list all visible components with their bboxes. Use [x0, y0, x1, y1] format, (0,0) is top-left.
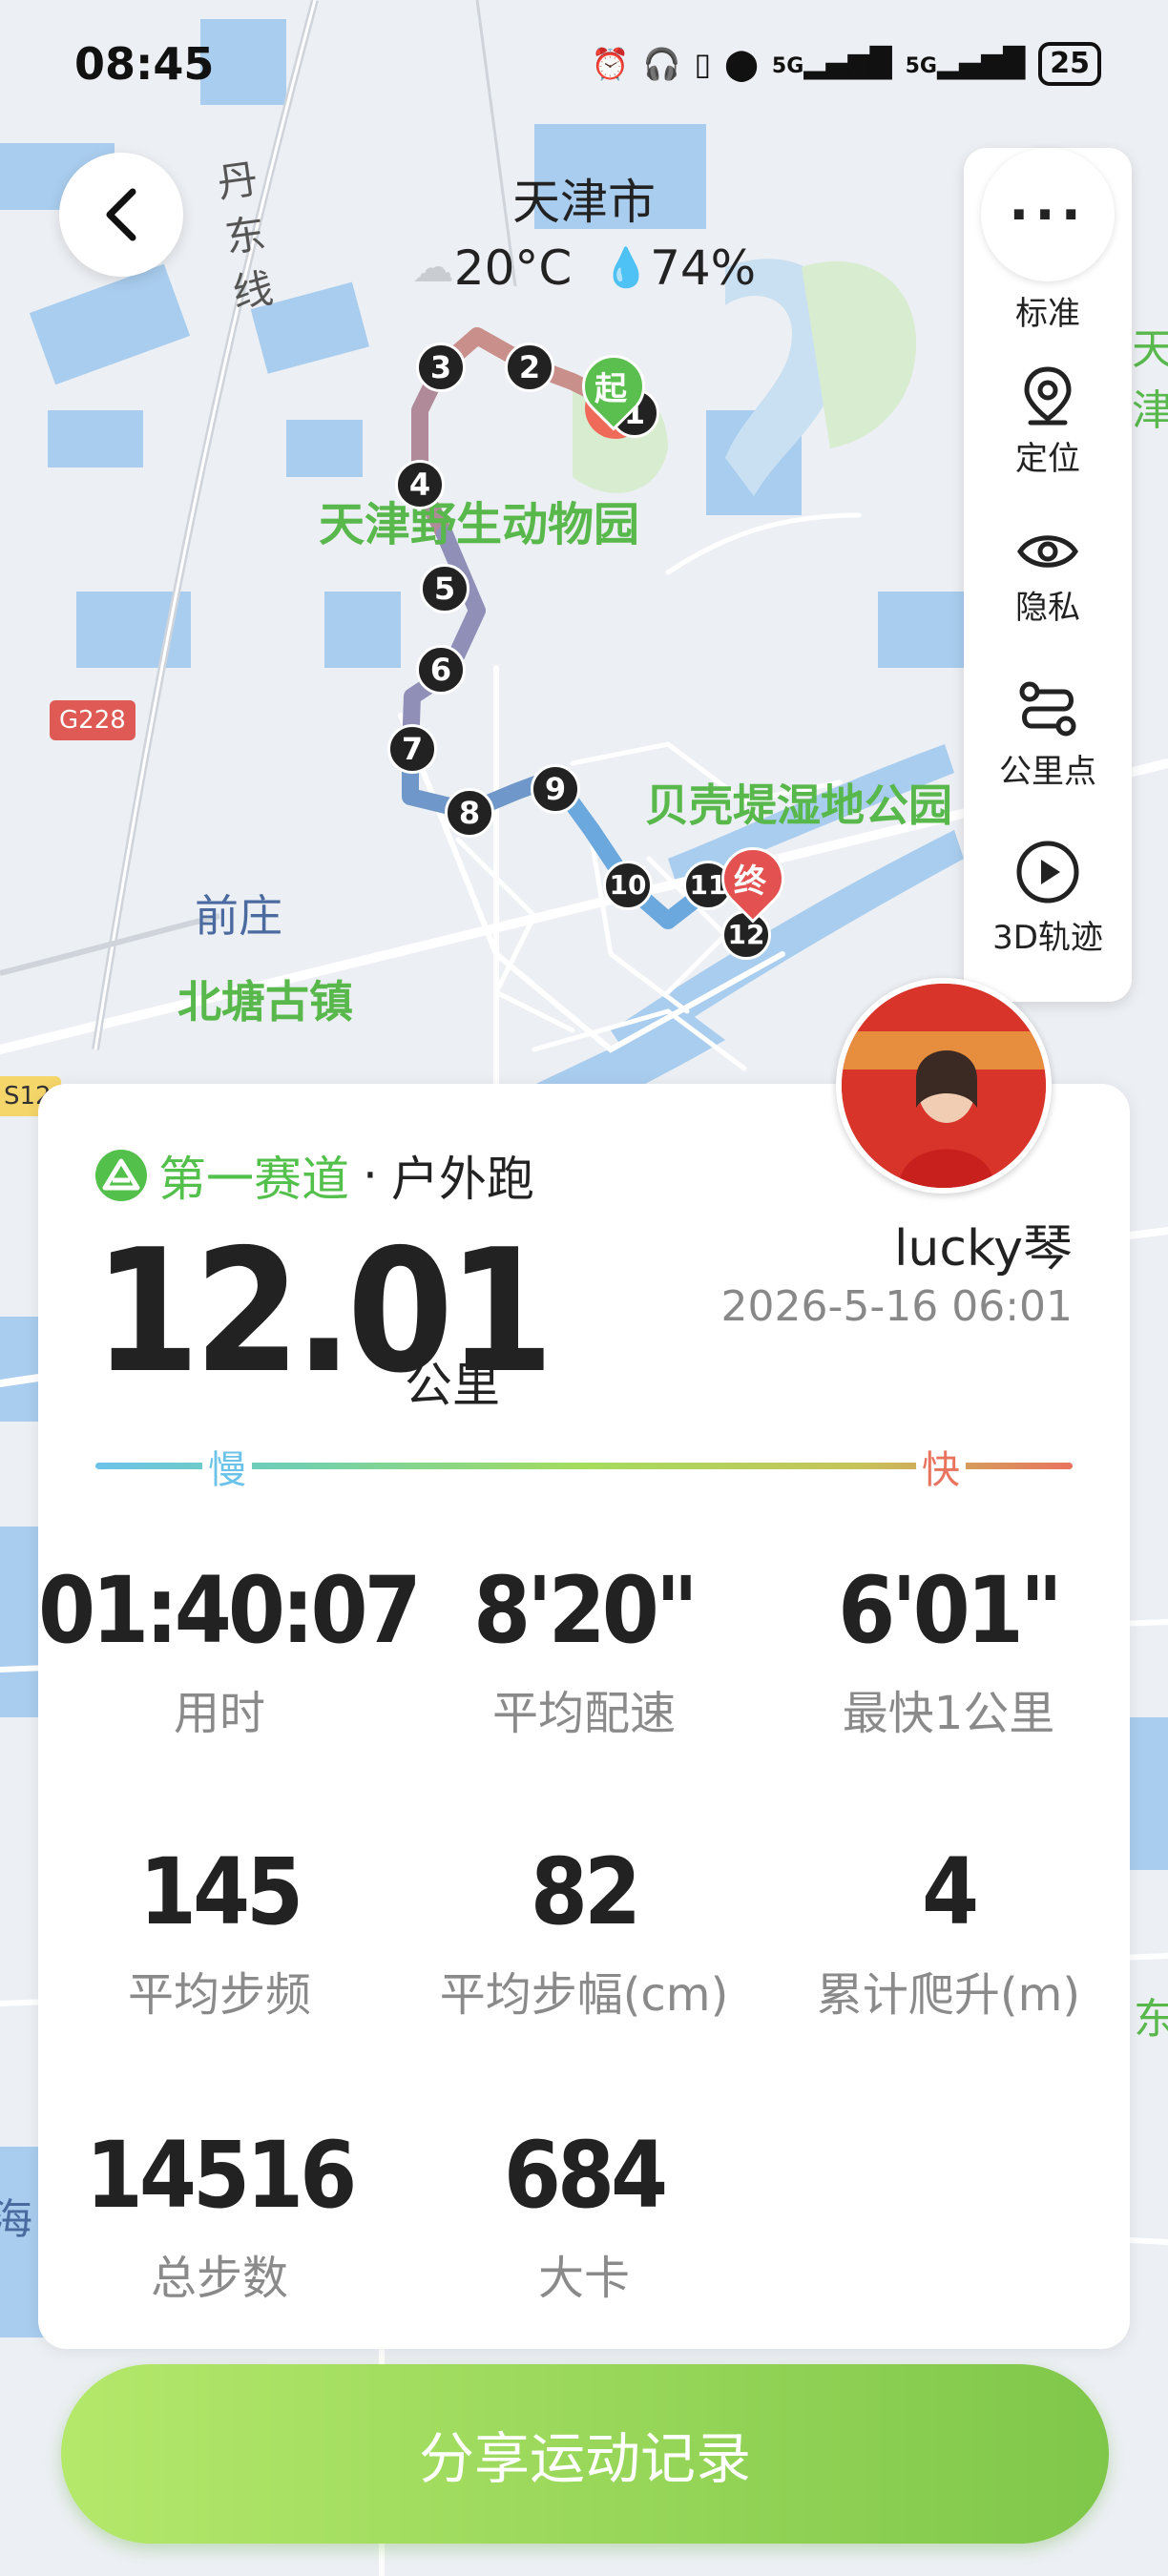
signal-5g-icon-2: 5G▂▄▆█ [905, 47, 1026, 80]
km-marker-9: 9 [531, 764, 580, 814]
stat-total-steps: 14516 总步数 [85, 2122, 357, 2305]
privacy-button[interactable]: 隐私 [964, 528, 1132, 628]
pace-fast-label: 快 [916, 1439, 966, 1494]
km-points-button[interactable]: 公里点 [964, 678, 1132, 792]
vibrate-icon: ▯ [694, 46, 712, 82]
eye-icon [1017, 535, 1078, 568]
location-icon: ⬤ [724, 46, 759, 82]
stat-calories: 684 大卡 [503, 2122, 668, 2305]
more-icon: ··· [1009, 184, 1087, 246]
km-marker-6: 6 [416, 645, 466, 695]
humidity: 74% [650, 239, 757, 296]
stat-fastest-km: 6'01" 最快1公里 [838, 1557, 1063, 1740]
map-label-beitang: 北塘古镇 [177, 976, 353, 1028]
map-label-edge-hai: 海 [0, 2195, 32, 2244]
play-circle-icon [1016, 841, 1079, 904]
brand-header: 第一赛道 · 户外跑 [94, 1141, 534, 1210]
distance-unit: 公里 [405, 1358, 500, 1413]
km-marker-12: 12 [721, 910, 771, 960]
km-marker-2: 2 [505, 343, 554, 392]
stat-duration: 01:40:07 用时 [38, 1557, 422, 1740]
end-marker: 终 [708, 834, 798, 924]
km-route-icon [1019, 681, 1076, 737]
map-label-qianzhuang: 前庄 [195, 890, 282, 942]
cloudy-icon: ☁ [411, 243, 454, 292]
username: lucky琴 [893, 1220, 1073, 1278]
run-summary-card: 第一赛道 · 户外跑 12.01 公里 lucky琴 2026-5-16 06:… [38, 1084, 1130, 2349]
alarm-icon: ⏰ [591, 46, 630, 82]
user-avatar[interactable] [836, 978, 1052, 1194]
map-label-wetland: 贝壳堤湿地公园 [645, 779, 952, 831]
map-side-panel: ··· 标准 定位 隐私 公里点 3D轨迹 [964, 148, 1132, 1002]
km-marker-7: 7 [387, 724, 437, 774]
start-marker: 起 [569, 342, 658, 431]
stat-avg-stride: 82 平均步幅(cm) [439, 1839, 729, 2022]
status-bar: 08:45 ⏰ 🎧 ▯ ⬤ 5G▂▄▆█ 5G▂▄▆█ 25 [0, 0, 1168, 134]
humidity-icon: 💧 [602, 246, 651, 290]
locate-button[interactable]: 定位 [964, 365, 1132, 479]
map-label-g228: G228 [50, 700, 136, 740]
map-label-edge-tian: 天津 [1132, 325, 1168, 435]
km-marker-5: 5 [420, 564, 469, 613]
3d-track-button[interactable]: 3D轨迹 [964, 839, 1132, 958]
map-label-zoo: 天津野生动物园 [319, 498, 640, 551]
location-pin-icon [1024, 366, 1072, 426]
stat-elevation-gain: 4 累计爬升(m) [816, 1839, 1081, 2022]
status-time: 08:45 [74, 38, 215, 90]
stat-avg-cadence: 145 平均步频 [127, 1839, 311, 2022]
stat-avg-pace: 8'20" 平均配速 [473, 1557, 699, 1740]
battery-icon: 25 [1038, 42, 1101, 86]
km-marker-8: 8 [445, 788, 494, 838]
share-record-label: 分享运动记录 [418, 2426, 751, 2491]
brand-name: 第一赛道 [158, 1152, 349, 1207]
avatar-photo [842, 984, 1046, 1188]
more-button[interactable]: ··· [981, 148, 1115, 281]
brand-logo-icon [95, 1150, 147, 1201]
activity-type: 户外跑 [390, 1152, 534, 1207]
headphones-icon: 🎧 [642, 46, 681, 82]
km-marker-10: 10 [603, 861, 653, 910]
signal-5g-icon: 5G▂▄▆█ [771, 47, 892, 80]
activity-datetime: 2026-5-16 06:01 [720, 1282, 1074, 1331]
temperature: 20°C [453, 239, 573, 296]
km-marker-4: 4 [395, 460, 445, 509]
map-style-standard[interactable]: 标准 [964, 281, 1132, 334]
km-marker-3: 3 [416, 343, 466, 392]
map-label-edge-dong: 东 [1134, 1995, 1168, 2044]
pace-slow-label: 慢 [202, 1439, 252, 1494]
brand-separator: · [363, 1148, 378, 1203]
share-record-button[interactable]: 分享运动记录 [61, 2364, 1109, 2544]
